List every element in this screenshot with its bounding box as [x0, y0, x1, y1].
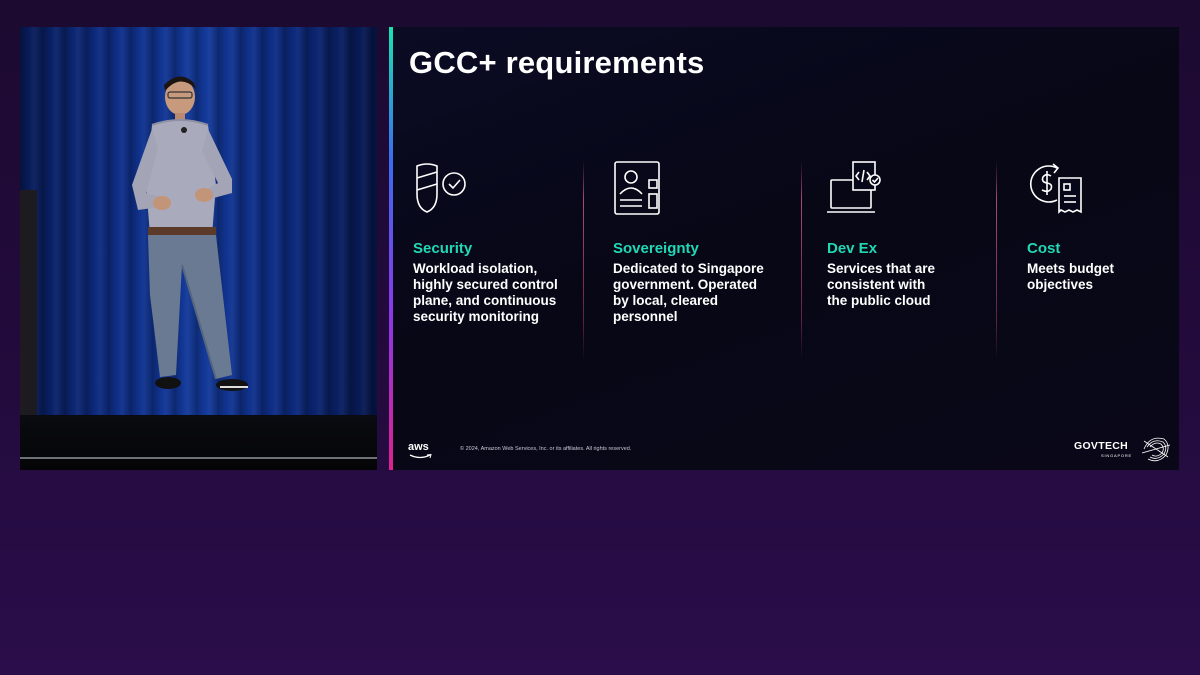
requirement-heading: Sovereignty — [613, 240, 699, 257]
description-line: personnel — [613, 309, 678, 324]
speaker-video — [20, 27, 377, 470]
aws-logo: aws — [408, 441, 432, 459]
column-divider — [801, 160, 802, 360]
description-line: Workload isolation, — [413, 261, 538, 276]
laptop-code-icon — [827, 161, 881, 213]
requirement-description: Workload isolation, highly secured contr… — [413, 261, 593, 325]
stage-post — [20, 190, 37, 417]
description-line: Dedicated to Singapore — [613, 261, 764, 276]
id-card-icon — [614, 161, 660, 215]
presentation-slide: GCC+ requirements Security Workload isol… — [389, 27, 1179, 470]
requirement-sovereignty: Sovereignty Dedicated to Singapore gover… — [613, 160, 793, 325]
column-divider — [996, 160, 997, 360]
column-divider — [583, 160, 584, 360]
govtech-logo: GOVTECH SINGAPORE — [1074, 435, 1171, 465]
description-line: by local, cleared — [613, 293, 719, 308]
description-line: plane, and continuous — [413, 293, 557, 308]
description-line: government. Operated — [613, 277, 758, 292]
description-line: Meets budget — [1027, 261, 1115, 276]
shield-check-icon — [416, 163, 466, 213]
description-line: objectives — [1027, 277, 1094, 292]
presenter-figure — [132, 76, 248, 391]
cost-receipt-icon — [1030, 163, 1082, 214]
govtech-logo-subtext: SINGAPORE — [1101, 453, 1132, 458]
description-line: Services that are — [827, 261, 936, 276]
requirement-devex: Dev Ex Services that are consistent with… — [827, 160, 1007, 309]
slide-accent-bar — [389, 27, 393, 470]
copyright-notice: © 2024, Amazon Web Services, Inc. or its… — [460, 446, 632, 452]
aws-logo-text: aws — [408, 441, 429, 453]
aws-smile-icon — [409, 454, 432, 459]
govtech-logo-text: GOVTECH — [1074, 440, 1129, 452]
stage-edge — [20, 457, 377, 459]
requirement-description: Meets budget objectives — [1027, 261, 1179, 293]
requirement-heading: Dev Ex — [827, 240, 878, 257]
govtech-emblem-icon — [1141, 437, 1171, 462]
description-line: security monitoring — [413, 309, 540, 324]
requirement-description: Dedicated to Singapore government. Opera… — [613, 261, 793, 325]
stage-floor — [20, 415, 377, 470]
slide-title: GCC+ requirements — [409, 45, 705, 80]
requirement-heading: Cost — [1027, 240, 1061, 257]
requirement-heading: Security — [413, 240, 473, 257]
requirement-security: Security Workload isolation, highly secu… — [413, 160, 593, 325]
requirement-description: Services that are consistent with the pu… — [827, 261, 1007, 309]
requirement-cost: Cost Meets budget objectives — [1027, 160, 1179, 293]
description-line: highly secured control — [413, 277, 558, 292]
description-line: the public cloud — [827, 293, 931, 308]
description-line: consistent with — [827, 277, 926, 292]
